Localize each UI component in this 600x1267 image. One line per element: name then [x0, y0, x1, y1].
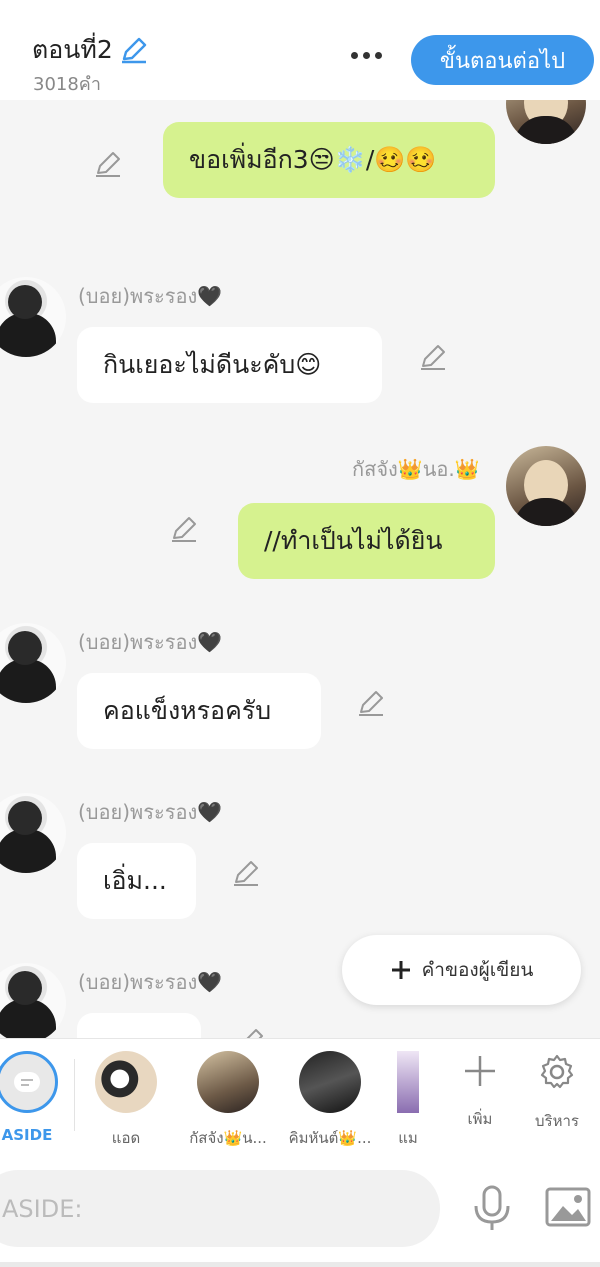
dot-icon: [374, 51, 382, 59]
input-bar: [0, 1158, 600, 1267]
message-bubble[interactable]: คอแข็งหรอครับ: [77, 673, 321, 749]
gear-icon: [540, 1054, 574, 1089]
avatar-boy[interactable]: [0, 277, 66, 357]
manage-characters-button[interactable]: บริหาร: [527, 1053, 587, 1133]
avatar-gus[interactable]: [506, 100, 586, 144]
speaker-name: (บอย)พระรอง🖤: [78, 284, 223, 308]
plus-icon: [391, 961, 410, 979]
word-count: 3018คำ: [33, 74, 101, 95]
episode-title[interactable]: ตอนที่2: [32, 30, 149, 70]
edit-message-icon[interactable]: [231, 858, 261, 888]
character-gus[interactable]: กัสจัง👑น...: [176, 1051, 280, 1150]
character-avatar: [299, 1051, 361, 1113]
message-bubble[interactable]: //ทำเป็นไม่ได้ยิน: [238, 503, 495, 579]
character-ad[interactable]: แอด: [74, 1051, 178, 1150]
manage-label: บริหาร: [535, 1112, 579, 1130]
edit-title-icon[interactable]: [119, 35, 149, 65]
character-bar: ASIDE แอด กัสจัง👑น... คิมหันต์👑... แม เพ…: [0, 1038, 600, 1158]
chat-area[interactable]: ขอเพิ่มอีก3😒❄️/🥴🥴 (บอย)พระรอง🖤 กินเยอะไม…: [0, 100, 600, 1038]
character-avatar: [197, 1051, 259, 1113]
character-aside[interactable]: ASIDE: [0, 1051, 79, 1144]
edit-message-icon[interactable]: [356, 688, 386, 718]
avatar-boy[interactable]: [0, 963, 66, 1038]
edit-message-icon[interactable]: [418, 342, 448, 372]
character-label: ASIDE: [1, 1126, 53, 1144]
character-label: แม: [398, 1129, 418, 1147]
header: ตอนที่2 3018คำ ขั้นตอนต่อไป: [0, 0, 600, 100]
character-partial[interactable]: แม: [380, 1051, 436, 1150]
episode-title-text: ตอนที่2: [32, 35, 113, 64]
character-label: กัสจัง👑น...: [189, 1129, 267, 1147]
aside-avatar: [0, 1051, 58, 1113]
character-avatar: [397, 1051, 419, 1113]
avatar-boy[interactable]: [0, 793, 66, 873]
speaker-name: กัสจัง👑นอ.👑: [352, 457, 480, 481]
avatar-boy[interactable]: [0, 623, 66, 703]
speaker-name: (บอย)พระรอง🖤: [78, 970, 223, 994]
bottom-divider: [0, 1262, 600, 1267]
add-character-button[interactable]: เพิ่ม: [450, 1053, 510, 1131]
writer-note-button[interactable]: คำของผู้เขียน: [342, 935, 581, 1005]
speaker-name: (บอย)พระรอง🖤: [78, 800, 223, 824]
plus-icon: [465, 1056, 495, 1086]
dot-icon: [350, 51, 358, 59]
writer-note-label: คำของผู้เขียน: [421, 959, 534, 981]
character-avatar: [95, 1051, 157, 1113]
microphone-icon[interactable]: [470, 1184, 514, 1232]
message-bubble[interactable]: เอิ่ม...: [77, 843, 196, 919]
dot-icon: [362, 51, 370, 59]
add-label: เพิ่ม: [467, 1110, 493, 1128]
edit-message-icon[interactable]: [93, 149, 123, 179]
character-label: แอด: [111, 1129, 141, 1147]
message-bubble[interactable]: กินเยอะไม่ดีนะคับ😊: [77, 327, 382, 403]
message-bubble[interactable]: ขอเพิ่มอีก3😒❄️/🥴🥴: [163, 122, 495, 198]
more-options-button[interactable]: [342, 40, 390, 70]
character-kimhan[interactable]: คิมหันต์👑...: [278, 1051, 382, 1150]
image-icon[interactable]: [543, 1184, 593, 1232]
avatar-gus[interactable]: [506, 446, 586, 526]
message-input[interactable]: [0, 1170, 440, 1247]
edit-message-icon[interactable]: [236, 1026, 266, 1038]
speaker-name: (บอย)พระรอง🖤: [78, 630, 223, 654]
comment-icon: [14, 1072, 40, 1092]
message-bubble[interactable]: [77, 1013, 201, 1038]
edit-message-icon[interactable]: [169, 514, 199, 544]
character-label: คิมหันต์👑...: [288, 1129, 372, 1147]
next-step-button[interactable]: ขั้นตอนต่อไป: [411, 35, 594, 85]
